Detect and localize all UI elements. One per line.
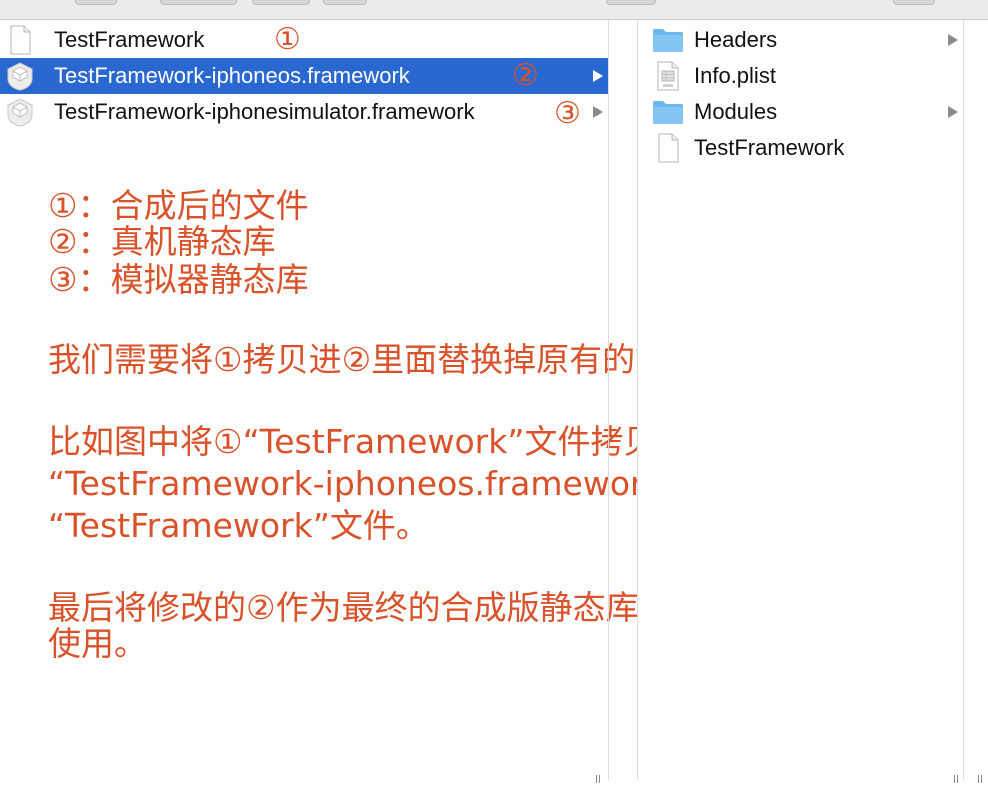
marker-1: ①: [274, 23, 301, 56]
file-label: Headers: [694, 27, 778, 52]
disclosure-arrow-icon[interactable]: [592, 94, 604, 130]
file-row-headers[interactable]: Headers: [638, 22, 963, 58]
instruction-paragraph-2-line-3: “TestFramework”文件。: [48, 506, 429, 545]
finder-column-right[interactable]: Headers Info.plist Modules TestFramework: [638, 20, 963, 783]
file-row-testframework-binary[interactable]: TestFramework: [638, 130, 963, 166]
toolbar-button[interactable]: [160, 0, 237, 5]
file-row-iphoneos-framework[interactable]: TestFramework-iphoneos.framework ②: [0, 58, 608, 94]
framework-icon: [0, 58, 40, 94]
file-row-modules[interactable]: Modules: [638, 94, 963, 130]
legend-line-1: ①：合成后的文件: [48, 186, 309, 225]
disclosure-arrow-icon[interactable]: [592, 58, 604, 94]
column-resize-handle[interactable]: [954, 770, 960, 783]
column-resize-handle[interactable]: [596, 770, 602, 783]
file-label: TestFramework: [54, 27, 205, 52]
finder-column-empty[interactable]: [964, 20, 988, 783]
toolbar-button[interactable]: [893, 0, 935, 5]
file-row-iphonesimulator-framework[interactable]: TestFramework-iphonesimulator.framework …: [0, 94, 608, 130]
column-divider[interactable]: [608, 20, 609, 780]
instruction-paragraph-2-line-1: 比如图中将①“TestFramework”文件拷贝进②: [48, 422, 720, 461]
marker-2: ②: [512, 59, 539, 92]
legend-line-2: ②：真机静态库: [48, 222, 276, 261]
toolbar: [0, 0, 988, 20]
file-label: TestFramework: [694, 135, 845, 160]
framework-icon: [0, 94, 40, 130]
file-label: TestFramework-iphoneos.framework: [54, 63, 410, 88]
marker-3: ③: [554, 97, 581, 130]
toolbar-button[interactable]: [606, 0, 656, 5]
document-icon: [648, 130, 688, 166]
column-resize-handle[interactable]: [978, 770, 984, 783]
file-row-info-plist[interactable]: Info.plist: [638, 58, 963, 94]
disclosure-arrow-icon[interactable]: [947, 94, 959, 130]
instruction-paragraph-1: 我们需要将①拷贝进②里面替换掉原有的文件。: [48, 340, 735, 379]
toolbar-button[interactable]: [323, 0, 367, 5]
instruction-paragraph-3-line-2: 使用。: [48, 624, 147, 663]
document-icon: [0, 22, 40, 58]
folder-icon: [648, 22, 688, 58]
file-label: Modules: [694, 99, 778, 124]
toolbar-button[interactable]: [252, 0, 310, 5]
finder-column-left[interactable]: TestFramework ① TestFramework-iphoneos.f…: [0, 20, 911, 783]
file-row-testframework[interactable]: TestFramework ①: [0, 22, 608, 58]
disclosure-arrow-icon[interactable]: [947, 22, 959, 58]
plist-icon: [648, 58, 688, 94]
legend-line-3: ③：模拟器静态库: [48, 260, 309, 299]
file-label: TestFramework-iphonesimulator.framework: [54, 99, 475, 124]
file-label: Info.plist: [694, 63, 776, 88]
folder-icon: [648, 94, 688, 130]
toolbar-button[interactable]: [75, 0, 117, 5]
